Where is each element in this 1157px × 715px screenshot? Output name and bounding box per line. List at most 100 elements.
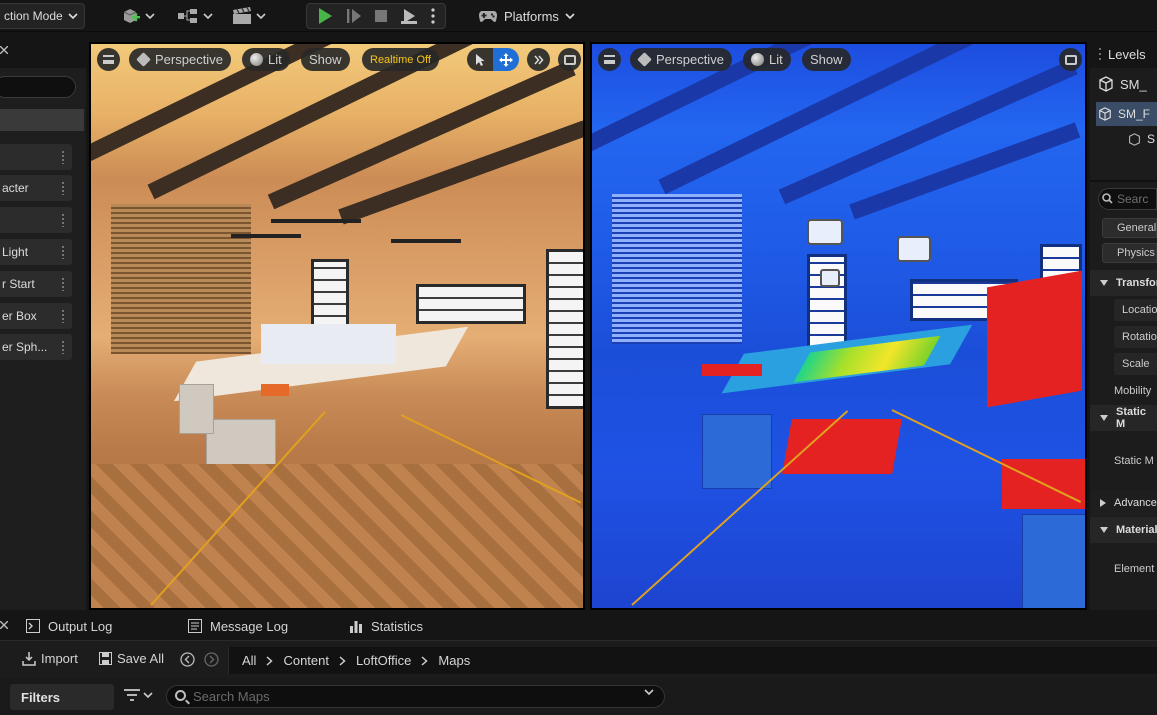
chevron-down-icon — [143, 691, 153, 699]
eject-icon[interactable] — [399, 7, 419, 25]
view-mode-button[interactable]: Perspective — [630, 48, 732, 71]
tab-output-log[interactable]: Output Log — [26, 612, 112, 640]
view-mode-button[interactable]: Perspective — [129, 48, 231, 71]
viewport-options-button[interactable] — [598, 48, 621, 71]
bar-chart-icon — [349, 619, 363, 633]
section-materials[interactable]: Material — [1090, 517, 1157, 543]
maximize-viewport-button[interactable] — [558, 48, 581, 71]
chevron-right-icon[interactable] — [266, 655, 274, 666]
translate-tool-button[interactable] — [493, 48, 519, 71]
grip-icon — [1098, 47, 1102, 61]
forward-arrow-icon[interactable] — [204, 652, 219, 667]
import-icon — [22, 651, 36, 666]
static-mesh-label: Static M — [1114, 455, 1154, 467]
list-item[interactable] — [0, 144, 72, 170]
chevron-down-icon[interactable] — [644, 689, 654, 696]
drag-handle-icon[interactable] — [61, 340, 65, 354]
breadcrumb-item[interactable]: Content — [283, 653, 329, 668]
section-static-mesh[interactable]: Static M — [1090, 405, 1157, 431]
details-search-input[interactable]: Searc — [1098, 188, 1157, 210]
section-advanced[interactable]: Advance — [1090, 490, 1157, 516]
show-flags-button[interactable]: Show — [301, 48, 350, 71]
bottom-tab-bar: Output Log Message Log Statistics — [0, 612, 1157, 640]
play-controls — [306, 3, 446, 29]
static-mesh-icon — [1098, 76, 1114, 92]
drag-handle-icon[interactable] — [61, 277, 65, 291]
lighting-mode-button[interactable]: Lit — [743, 48, 791, 71]
step-forward-icon[interactable] — [345, 7, 363, 25]
breadcrumb-item[interactable]: All — [242, 653, 256, 668]
chevron-right-icon[interactable] — [339, 655, 346, 666]
section-transform[interactable]: Transfor — [1090, 270, 1157, 296]
mode-label: ction Mode — [4, 9, 63, 23]
search-input[interactable] — [0, 76, 76, 98]
lighting-mode-button[interactable]: Lit — [242, 48, 290, 71]
outliner-row[interactable]: SM_F — [1098, 103, 1150, 125]
list-item[interactable]: er Box — [0, 303, 72, 329]
breadcrumb-item[interactable]: Maps — [438, 653, 470, 668]
search-maps-input[interactable]: Search Maps — [166, 685, 665, 708]
list-item[interactable] — [0, 207, 72, 233]
rotation-field[interactable]: Rotatio — [1114, 326, 1157, 348]
drag-handle-icon[interactable] — [61, 181, 65, 195]
add-cube-icon — [120, 6, 155, 26]
filter-options-button[interactable] — [124, 689, 153, 701]
select-tool-button[interactable] — [467, 48, 493, 71]
viewport-lit[interactable]: Perspective Lit Show Realtime Off — [89, 42, 585, 610]
scene-render — [91, 44, 583, 608]
terminal-icon — [26, 619, 40, 633]
add-actor-button[interactable] — [120, 3, 155, 29]
drag-handle-icon[interactable] — [61, 245, 65, 259]
close-icon[interactable] — [0, 46, 8, 54]
category-header[interactable] — [0, 109, 84, 131]
scale-field[interactable]: Scale — [1114, 353, 1157, 375]
back-arrow-icon[interactable] — [180, 652, 195, 667]
chevron-down-icon — [1100, 280, 1108, 286]
blueprint-button[interactable] — [176, 3, 213, 29]
selection-mode-dropdown[interactable]: ction Mode — [0, 3, 85, 29]
list-item[interactable]: Light — [0, 239, 72, 265]
filter-chip-physics[interactable]: Physics — [1102, 243, 1157, 263]
list-item[interactable]: er Sph... — [0, 334, 72, 360]
search-icon — [1102, 193, 1113, 204]
outliner-row[interactable]: S — [1128, 128, 1155, 150]
scene-render — [592, 44, 1085, 608]
close-icon[interactable] — [0, 621, 8, 629]
viewport-options-button[interactable] — [97, 48, 120, 71]
element-label: Element — [1114, 563, 1155, 575]
drag-handle-icon[interactable] — [61, 150, 65, 164]
location-field[interactable]: Locatio — [1114, 299, 1157, 321]
sphere-icon — [250, 53, 263, 66]
play-icon[interactable] — [316, 7, 334, 25]
filters-button[interactable]: Filters — [10, 684, 114, 710]
hamburger-icon — [604, 55, 615, 64]
more-options-icon[interactable] — [430, 7, 436, 25]
maximize-icon — [1064, 54, 1077, 65]
viewport-shader-complexity[interactable]: Perspective Lit Show — [590, 42, 1087, 610]
list-item[interactable]: r Start — [0, 271, 72, 297]
chevron-down-icon — [1100, 527, 1108, 533]
outliner-row[interactable]: SM_ — [1098, 73, 1147, 95]
viewport-toolbar: Perspective Lit Show — [598, 48, 1082, 72]
list-item[interactable]: acter — [0, 175, 72, 201]
chevron-right-icon[interactable] — [421, 655, 429, 666]
realtime-toggle[interactable]: Realtime Off — [362, 48, 439, 71]
import-button[interactable]: Import — [22, 651, 78, 666]
tab-levels[interactable]: Levels — [1090, 40, 1157, 68]
save-all-button[interactable]: Save All — [99, 651, 164, 666]
panel-tab — [0, 40, 86, 68]
breadcrumb-item[interactable]: LoftOffice — [356, 653, 411, 668]
static-mesh-icon — [1098, 107, 1112, 121]
drag-handle-icon[interactable] — [61, 213, 65, 227]
drag-handle-icon[interactable] — [61, 309, 65, 323]
tab-message-log[interactable]: Message Log — [188, 612, 288, 640]
tab-statistics[interactable]: Statistics — [349, 612, 423, 640]
filter-chip-general[interactable]: General — [1102, 218, 1157, 238]
cinematics-button[interactable] — [231, 3, 266, 29]
platforms-dropdown[interactable]: Platforms — [478, 3, 575, 29]
maximize-viewport-button[interactable] — [1059, 48, 1082, 71]
more-tools-button[interactable] — [527, 48, 550, 71]
stop-icon[interactable] — [373, 8, 389, 24]
save-icon — [99, 652, 112, 665]
show-flags-button[interactable]: Show — [802, 48, 851, 71]
